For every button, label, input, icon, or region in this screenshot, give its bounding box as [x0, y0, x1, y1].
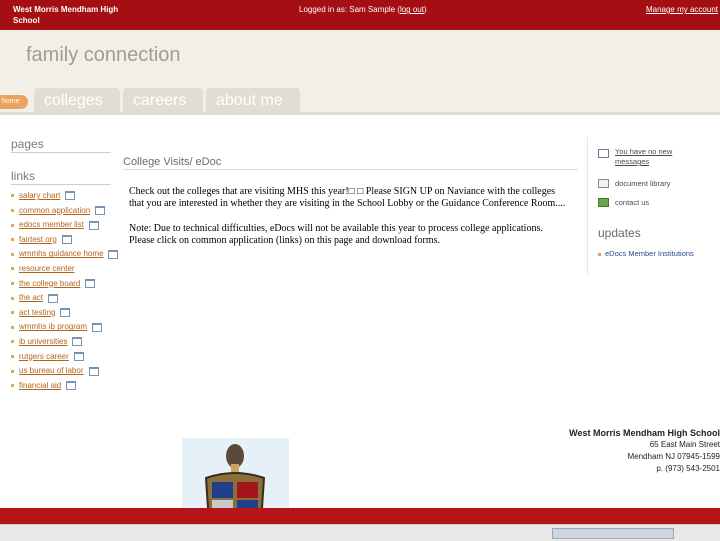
bullet-icon [11, 252, 14, 256]
list-item: us bureau of labor [11, 366, 118, 381]
link-bureau-of-labor[interactable]: us bureau of labor [19, 366, 84, 375]
horizontal-scrollbar[interactable] [0, 524, 720, 541]
bullet-icon [11, 311, 14, 315]
bullet-icon [11, 238, 14, 242]
links-heading: links [11, 169, 36, 183]
list-item: salary chart [11, 191, 118, 206]
divider [123, 169, 578, 170]
contact-us-label: contact us [615, 198, 650, 207]
footer-bar [0, 508, 720, 524]
logged-in-text: Logged in as: Sam Sample ( [299, 5, 400, 14]
link-rutgers-career[interactable]: rutgers career [19, 352, 69, 361]
tab-careers[interactable]: careers [123, 88, 203, 112]
update-item[interactable]: eDocs Member Institutions [598, 249, 694, 258]
new-window-icon[interactable] [73, 351, 84, 361]
tab-home[interactable]: home [0, 95, 28, 109]
notice-paragraph: Note: Due to technical difficulties, eDo… [129, 223, 543, 246]
notice-text: Check out the colleges that are visiting… [129, 186, 569, 260]
link-fairtest[interactable]: fairtest.org [19, 235, 57, 244]
address-street: 65 East Main Street [649, 440, 720, 449]
logged-in-status: Logged in as: Sam Sample (log out) [299, 5, 427, 14]
new-window-icon[interactable] [65, 191, 76, 201]
list-item: fairtest.org [11, 235, 118, 250]
scrollbar-thumb[interactable] [552, 528, 674, 539]
bullet-icon [11, 340, 14, 344]
link-common-application[interactable]: common application [19, 206, 90, 215]
school-address: West Morris Mendham High School 65 East … [569, 427, 720, 475]
document-icon [598, 179, 609, 188]
bullet-icon [11, 369, 14, 373]
list-item: rutgers career [11, 352, 118, 367]
new-window-icon[interactable] [60, 308, 71, 318]
brand-title: family connection [26, 44, 181, 66]
document-library-label: document library [615, 179, 671, 188]
new-window-icon[interactable] [48, 293, 59, 303]
bullet-icon [11, 281, 14, 285]
bullet-icon [11, 267, 14, 271]
new-window-icon[interactable] [92, 322, 103, 332]
list-item: wmmhs guidance home [11, 249, 119, 264]
list-item: the act [11, 293, 118, 308]
update-item-label: eDocs Member Institutions [605, 249, 694, 258]
page-title: College Visits/ eDoc [123, 156, 222, 168]
contact-us-link[interactable]: contact us [598, 198, 649, 207]
bullet-icon [11, 384, 14, 388]
tab-about-me[interactable]: about me [206, 88, 300, 112]
manage-account-link[interactable]: Manage my account [646, 5, 718, 14]
list-item: ib universities [11, 337, 118, 352]
new-window-icon[interactable] [88, 366, 99, 376]
new-window-icon[interactable] [85, 278, 96, 288]
link-college-board[interactable]: the college board [19, 279, 80, 288]
link-edocs-member-list[interactable]: edocs member list [19, 220, 84, 229]
new-window-icon[interactable] [88, 220, 99, 230]
address-school-name: West Morris Mendham High School [569, 428, 720, 438]
list-item: act testing [11, 308, 118, 323]
bullet-icon [11, 296, 14, 300]
links-list: salary chart common application edocs me… [11, 191, 119, 396]
divider [11, 152, 111, 153]
new-window-icon[interactable] [66, 381, 77, 391]
school-name: West Morris Mendham High School [13, 5, 119, 25]
new-window-icon[interactable] [95, 205, 106, 215]
link-financial-aid[interactable]: financial aid [19, 381, 61, 390]
bullet-icon [598, 252, 601, 256]
top-bar: West Morris Mendham High School Logged i… [0, 0, 720, 30]
bullet-icon [11, 208, 14, 212]
tab-underline [0, 112, 720, 115]
list-item: wmmhs ib program [11, 322, 118, 337]
messages-label: You have no new messages [615, 147, 673, 166]
link-resource-center[interactable]: resource center [19, 264, 75, 273]
divider [11, 184, 111, 185]
link-guidance-home[interactable]: wmmhs guidance home [19, 249, 103, 258]
updates-heading: updates [598, 226, 641, 240]
list-item: common application [11, 206, 118, 221]
list-item: financial aid [11, 381, 118, 396]
mail-icon [598, 149, 609, 158]
tab-colleges[interactable]: colleges [34, 88, 120, 112]
new-window-icon[interactable] [108, 249, 119, 259]
link-act-testing[interactable]: act testing [19, 308, 55, 317]
address-city: Mendham NJ 07945-1599 [627, 452, 720, 461]
link-ib-program[interactable]: wmmhs ib program [19, 322, 87, 331]
list-item: edocs member list [11, 220, 118, 235]
link-the-act[interactable]: the act [19, 293, 43, 302]
bullet-icon [11, 223, 14, 227]
bullet-icon [11, 194, 14, 198]
bullet-icon [11, 325, 14, 329]
new-window-icon[interactable] [61, 235, 72, 245]
contact-icon [598, 198, 609, 207]
link-salary-chart[interactable]: salary chart [19, 191, 60, 200]
notice-paragraph: Check out the colleges that are visiting… [129, 186, 566, 209]
link-ib-universities[interactable]: ib universities [19, 337, 67, 346]
list-item: resource center [11, 264, 118, 279]
address-phone: p. (973) 543-2501 [656, 464, 720, 473]
logout-link[interactable]: log out [400, 5, 424, 14]
new-window-icon[interactable] [72, 337, 83, 347]
bullet-icon [11, 354, 14, 358]
list-item: the college board [11, 279, 118, 294]
document-library-link[interactable]: document library [598, 179, 670, 188]
messages-link[interactable]: You have no new messages [598, 147, 707, 167]
pages-heading: pages [11, 137, 44, 151]
logged-in-close: ) [423, 5, 427, 14]
